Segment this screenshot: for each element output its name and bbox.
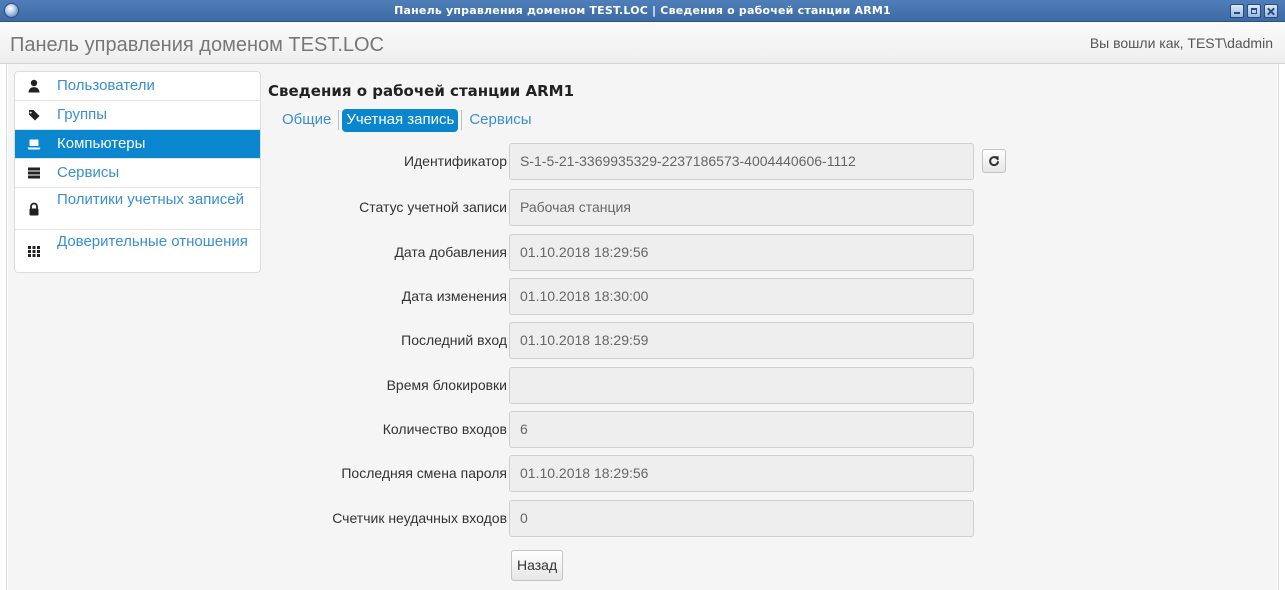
sidebar-item-label: Пользователи (57, 77, 155, 94)
form-row-account-status: Статус учетной записи Рабочая станция (266, 189, 1276, 227)
account-status-field[interactable]: Рабочая станция (509, 189, 974, 226)
back-button[interactable]: Назад (511, 550, 564, 581)
tab-account[interactable]: Учетная запись (342, 109, 459, 132)
lockout-time-field[interactable] (509, 367, 974, 404)
brand-title[interactable]: Панель управления доменом TEST.LOC (10, 34, 384, 57)
form-row-date-added: Дата добавления 01.10.2018 18:29:56 (266, 234, 1276, 272)
sidebar-item-label: Доверительные отношения (57, 233, 248, 250)
form-row-password-last-set: Последняя смена пароля 01.10.2018 18:29:… (266, 455, 1276, 493)
grid-icon (27, 244, 41, 258)
date-added-field[interactable]: 01.10.2018 18:29:56 (509, 234, 974, 271)
form-row-bad-logon-count: Счетчик неудачных входов 0 (266, 500, 1276, 538)
lockout-time-label: Время блокировки (386, 377, 507, 393)
sidebar-item-computers[interactable]: Компьютеры (15, 130, 260, 159)
password-last-set-label: Последняя смена пароля (341, 465, 507, 481)
sidebar-item-account-policies[interactable]: Политики учетных записей (15, 188, 260, 230)
login-info: Вы вошли как, TEST\dadmin (1089, 35, 1273, 51)
laptop-icon (27, 137, 41, 151)
sidebar-item-trusts[interactable]: Доверительные отношения (15, 230, 260, 272)
sidebar-item-groups[interactable]: Группы (15, 101, 260, 130)
tab-divider (461, 110, 463, 130)
logon-count-field[interactable]: 6 (509, 411, 974, 448)
sidebar-item-label: Группы (57, 106, 107, 123)
form-row-logon-count: Количество входов 6 (266, 411, 1276, 449)
refresh-sid-button[interactable] (982, 149, 1006, 173)
date-modified-field[interactable]: 01.10.2018 18:30:00 (509, 278, 974, 315)
lock-icon (27, 202, 41, 216)
sidebar-item-services[interactable]: Сервисы (15, 159, 260, 188)
bad-logon-count-field[interactable]: 0 (509, 500, 974, 537)
tab-services[interactable]: Сервисы (465, 109, 535, 132)
tab-general[interactable]: Общие (278, 109, 335, 132)
password-last-set-field[interactable]: 01.10.2018 18:29:56 (509, 455, 974, 492)
logon-count-label: Количество входов (382, 421, 507, 437)
sidebar-item-label: Политики учетных записей (57, 191, 244, 208)
last-logon-field[interactable]: 01.10.2018 18:29:59 (509, 322, 974, 359)
date-added-label: Дата добавления (394, 244, 507, 260)
sidebar-item-label: Сервисы (57, 164, 120, 181)
sidebar-item-label: Компьютеры (57, 135, 146, 152)
page-title: Сведения о рабочей станции ARM1 (268, 82, 575, 100)
account-status-label: Статус учетной записи (359, 199, 507, 215)
last-logon-label: Последний вход (401, 332, 507, 348)
date-modified-label: Дата изменения (401, 288, 507, 304)
tab-divider (338, 110, 340, 130)
bad-logon-count-label: Счетчик неудачных входов (332, 510, 507, 526)
identifier-label: Идентификатор (403, 153, 507, 169)
window-title: Панель управления доменом TEST.LOC | Све… (394, 4, 891, 17)
server-icon (27, 166, 41, 180)
form-row-lockout-time: Время блокировки (266, 367, 1276, 405)
window-titlebar: Панель управления доменом TEST.LOC | Све… (0, 0, 1285, 22)
form-row-date-modified: Дата изменения 01.10.2018 18:30:00 (266, 278, 1276, 316)
tab-bar: Общие Учетная запись Сервисы (278, 109, 536, 133)
tags-icon (27, 108, 41, 122)
sidebar: Пользователи Группы Компьютеры Сервисы П… (14, 71, 261, 273)
identifier-field[interactable]: S-1-5-21-3369935329-2237186573-400444060… (509, 143, 974, 180)
maximize-button[interactable] (1247, 4, 1261, 18)
minimize-button[interactable] (1230, 4, 1244, 18)
refresh-icon (989, 156, 999, 167)
sidebar-item-users[interactable]: Пользователи (15, 72, 260, 101)
form-row-last-logon: Последний вход 01.10.2018 18:29:59 (266, 322, 1276, 360)
form-row-identifier: Идентификатор S-1-5-21-3369935329-223718… (266, 143, 1276, 181)
user-icon (27, 79, 41, 93)
close-button[interactable] (1264, 4, 1278, 18)
top-navbar: Панель управления доменом TEST.LOC Вы во… (0, 22, 1285, 64)
